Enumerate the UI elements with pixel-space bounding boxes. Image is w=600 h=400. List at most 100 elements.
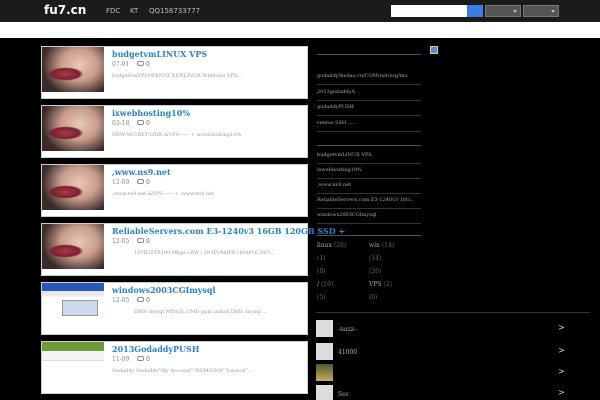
post-date: 03-18 [112, 120, 130, 127]
divider [317, 163, 421, 164]
sidebar-link[interactable]: 2013godaddyA [317, 89, 355, 95]
divider [317, 178, 421, 179]
nav-item-kt[interactable]: KT [130, 7, 138, 15]
user-row[interactable]: Sec > [316, 385, 590, 400]
user-name[interactable]: Sec [338, 391, 349, 398]
category-link[interactable]: (8) [317, 268, 326, 275]
recent-post-link[interactable]: ixwebhosting10% [317, 167, 362, 173]
sidebar-heading-divider [317, 145, 421, 146]
post-title[interactable]: windows2003CGImysql [112, 285, 216, 295]
comment-count[interactable]: 0 [146, 61, 150, 68]
comment-count[interactable]: 0 [146, 356, 150, 363]
nav-item-qq[interactable]: QQ158733777 [149, 7, 200, 15]
sidebar-link[interactable]: godaddy/hedao.cn/COM/net/org/mo [317, 73, 408, 79]
search-input[interactable] [391, 5, 467, 17]
screenshot-icon[interactable] [42, 342, 104, 387]
post-title[interactable]: budgetvmLINUX VPS [112, 49, 207, 59]
divider [317, 100, 421, 101]
avatar[interactable] [316, 343, 333, 360]
post-excerpt: ,www.ns9.net &VPS—— + ,www.ns9.net [112, 191, 215, 197]
sidebar-link[interactable]: godaddyPUSH [317, 104, 354, 110]
sidebar-heading-divider [317, 235, 421, 236]
user-row[interactable]: -nazz- > [316, 320, 590, 338]
divider [317, 208, 421, 209]
divider [317, 84, 421, 85]
lips-icon[interactable] [42, 47, 104, 92]
user-row[interactable]: > [316, 364, 590, 382]
user-row[interactable]: 41000 > [316, 343, 590, 361]
comment-count[interactable]: 0 [146, 120, 150, 127]
screenshot-icon[interactable] [42, 283, 104, 328]
post-date: 12-09 [112, 179, 130, 186]
divider [317, 115, 421, 116]
post-card: ixwebhosting10% 03-18 0 NEW-SECRET-LINK … [41, 105, 308, 158]
top-navbar: fu7.cn FDC KT QQ158733777 [0, 0, 600, 22]
post-title[interactable]: ixwebhosting10% [112, 108, 190, 118]
sidebar-link[interactable]: centos SSH...... [317, 120, 356, 126]
post-card: 2013GodaddyPUSH 11-09 0 Godaddy Godaddy"… [41, 341, 308, 394]
divider [317, 131, 421, 132]
category-link[interactable]: / (19) [317, 281, 333, 288]
recent-post-link[interactable]: ,www.ns9.net [317, 182, 351, 188]
post-date: 12-05 [112, 238, 130, 245]
comment-icon [137, 179, 144, 184]
post-excerpt: Godaddy Godaddy"My Account""DOMAINS""Lau… [112, 368, 253, 374]
sidebar-heading-divider [317, 54, 421, 55]
category-link[interactable]: (5) [317, 294, 326, 301]
rss-icon[interactable] [430, 46, 438, 54]
arrow-icon[interactable]: > [558, 388, 565, 397]
post-title[interactable]: ReliableServers.com E3-1240v3 16GB 120GB… [112, 226, 345, 236]
category-link[interactable]: (14) [369, 255, 381, 262]
comment-icon [137, 61, 144, 66]
avatar[interactable] [316, 320, 333, 337]
post-excerpt: NEW-SECRET-LINK &VPS—— + ixwebhosting10% [112, 132, 242, 138]
post-card: ,www.ns9.net 12-09 0 ,www.ns9.net &VPS——… [41, 164, 308, 217]
post-excerpt: budgetvmVPSOPENVZ XENLINUX Windows VPS..… [112, 73, 243, 79]
recent-post-link[interactable]: ReliableServers.com E3-1240v3 16G... [317, 197, 415, 203]
search-button[interactable] [467, 5, 483, 17]
comment-icon [137, 238, 144, 243]
post-date: 11-09 [112, 356, 130, 363]
comment-icon [137, 120, 144, 125]
nav-item-fdc[interactable]: FDC [106, 7, 120, 15]
avatar[interactable] [316, 364, 333, 381]
category-link[interactable]: linux (20) [317, 242, 346, 249]
category-link[interactable]: (6) [369, 294, 378, 301]
recent-post-link[interactable]: windows2003CGImysql [317, 212, 377, 218]
comment-icon [137, 297, 144, 302]
post-card: budgetvmLINUX VPS 07-01 0 budgetvmVPSOPE… [41, 46, 308, 99]
divider [317, 223, 421, 224]
arrow-icon[interactable]: > [558, 323, 565, 332]
lips-icon[interactable] [42, 224, 104, 269]
category-link[interactable]: (1) [317, 255, 326, 262]
post-excerpt: DBD::mysql MYSQL CMD ppm install DBD::my… [134, 309, 268, 315]
post-card: ReliableServers.com E3-1240v3 16GB 120GB… [41, 223, 345, 276]
recent-post-link[interactable]: budgetvmLINUX VPS [317, 152, 372, 158]
post-title[interactable]: 2013GodaddyPUSH [112, 344, 199, 354]
arrow-icon[interactable]: > [558, 346, 565, 355]
comment-icon [137, 356, 144, 361]
comment-count[interactable]: 0 [146, 238, 150, 245]
site-logo[interactable]: fu7.cn [44, 3, 86, 17]
lips-icon[interactable] [42, 165, 104, 210]
lips-icon[interactable] [42, 106, 104, 151]
user-name[interactable]: -nazz- [338, 326, 356, 333]
user-name[interactable]: 41000 [338, 349, 357, 356]
arrow-icon[interactable]: > [558, 367, 565, 376]
avatar[interactable] [316, 385, 333, 400]
post-excerpt: 10TB20TB100 Mbps+BW / 29 IPv44IPS / 64IP… [134, 250, 276, 256]
post-date: 12-05 [112, 297, 130, 304]
comment-count[interactable]: 0 [146, 297, 150, 304]
sub-header-bar [0, 22, 600, 38]
category-link[interactable]: (26) [369, 268, 381, 275]
divider [316, 312, 590, 313]
post-date: 07-01 [112, 61, 130, 68]
post-card: windows2003CGImysql 12-05 0 DBD::mysql M… [41, 282, 308, 335]
category-link[interactable]: VPS (2) [369, 281, 392, 288]
category-link[interactable]: win (14) [369, 242, 394, 249]
select-dropdown-1[interactable] [485, 5, 521, 17]
select-dropdown-2[interactable] [523, 5, 559, 17]
divider [317, 193, 421, 194]
comment-count[interactable]: 0 [146, 179, 150, 186]
post-title[interactable]: ,www.ns9.net [112, 167, 171, 177]
